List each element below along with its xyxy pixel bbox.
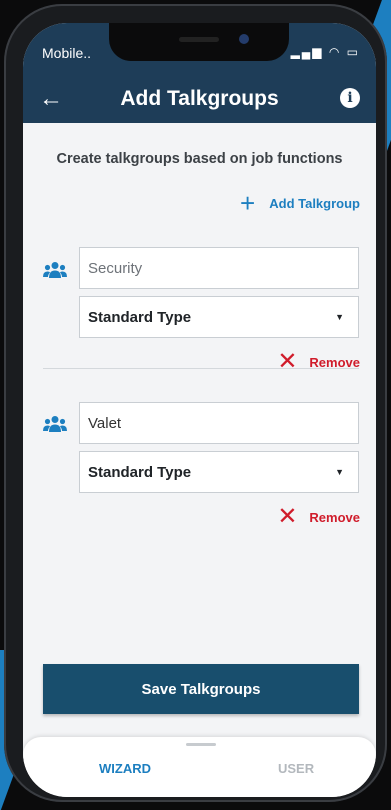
app-screen: Mobile.. ▂▄▆ ◠ ▭ ← Add Talkgroups i Crea… (23, 23, 376, 797)
caret-down-icon: ▼ (335, 467, 344, 477)
phone-frame: Mobile.. ▂▄▆ ◠ ▭ ← Add Talkgroups i Crea… (4, 4, 387, 802)
group-divider (43, 368, 359, 369)
people-group-icon (43, 262, 67, 278)
close-icon: ✕ (277, 503, 298, 530)
add-talkgroup-button[interactable]: + Add Talkgroup (240, 188, 360, 218)
page-title: Add Talkgroups (120, 87, 279, 110)
plus-icon: + (240, 188, 256, 218)
remove-label: Remove (309, 509, 360, 525)
people-group-icon (43, 416, 67, 432)
page-subtitle: Create talkgroups based on job functions (56, 151, 343, 167)
talkgroup-type-value: Standard Type (88, 308, 192, 326)
nav-bar: ← Add Talkgroups i (23, 77, 376, 123)
remove-talkgroup-button[interactable]: ✕ Remove (277, 503, 360, 530)
tab-wizard[interactable]: WIZARD (99, 761, 151, 776)
talkgroup-name-input[interactable] (79, 247, 359, 289)
talkgroup-type-select[interactable]: Standard Type ▼ (79, 451, 359, 493)
info-icon[interactable]: i (340, 88, 360, 108)
save-talkgroups-button[interactable]: Save Talkgroups (43, 664, 359, 714)
talkgroup-type-value: Standard Type (88, 463, 192, 481)
caret-down-icon: ▼ (335, 312, 344, 322)
tab-user[interactable]: USER (278, 761, 314, 776)
status-bar: Mobile.. ▂▄▆ ◠ ▭ (23, 23, 376, 77)
camera-icon (239, 34, 249, 44)
close-icon: ✕ (277, 348, 298, 375)
bottom-tab-bar: WIZARD USER (23, 737, 376, 797)
talkgroup-type-select[interactable]: Standard Type ▼ (79, 296, 359, 338)
notch (109, 23, 289, 61)
add-talkgroup-label: Add Talkgroup (269, 195, 360, 211)
status-icons: ▂▄▆ ◠ ▭ (290, 45, 360, 59)
drag-handle[interactable] (186, 743, 216, 746)
talkgroup-name-input[interactable] (79, 402, 359, 444)
speaker (179, 37, 219, 42)
carrier-label: Mobile.. (42, 45, 92, 61)
remove-talkgroup-button[interactable]: ✕ Remove (277, 348, 360, 375)
